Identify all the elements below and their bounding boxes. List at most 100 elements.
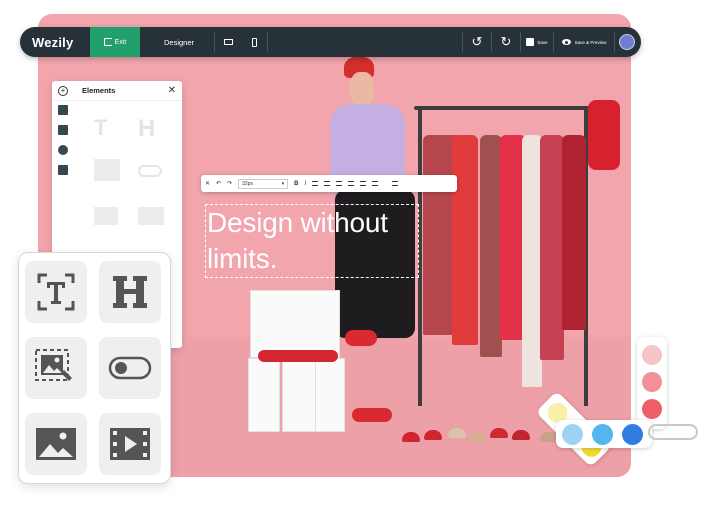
swatch-blue[interactable] xyxy=(556,420,652,448)
shoe xyxy=(402,432,420,442)
bold-icon[interactable]: B xyxy=(294,181,298,187)
outdent-icon[interactable] xyxy=(372,181,379,186)
dress-dark-red xyxy=(562,135,586,330)
swatch-dot xyxy=(642,345,662,365)
desktop-icon xyxy=(223,39,233,45)
list-icon[interactable] xyxy=(392,181,399,186)
desktop-view-button[interactable] xyxy=(215,39,241,45)
swatch-ring xyxy=(648,424,698,440)
swatch-dot xyxy=(642,372,662,392)
text-widget[interactable] xyxy=(25,261,87,323)
image-edit-icon xyxy=(35,349,72,381)
headline-text-block[interactable]: Design without limits. xyxy=(205,204,419,278)
swatch-dot xyxy=(622,424,643,445)
swatch-dot xyxy=(562,424,583,445)
shoe xyxy=(448,428,466,438)
save-button[interactable]: Save xyxy=(521,38,553,46)
dress-white xyxy=(522,135,542,387)
text-icon xyxy=(37,273,75,311)
headline-line-1: Design without xyxy=(207,207,388,238)
red-tissue xyxy=(258,350,338,362)
app-logo: Wezily xyxy=(32,34,74,50)
top-toolbar: Wezily Exit Designer ↺ ↻ Save Save & Pre… xyxy=(20,27,641,57)
image-widget[interactable] xyxy=(25,413,87,475)
toggle-widget[interactable] xyxy=(99,337,161,399)
redo-button[interactable]: ↻ xyxy=(492,34,520,50)
exit-icon xyxy=(103,38,112,46)
palette-icon[interactable] xyxy=(58,145,68,155)
red-handbag xyxy=(588,100,620,170)
video-icon xyxy=(110,428,150,460)
swatch-pink[interactable] xyxy=(637,337,667,429)
mode-label[interactable]: Designer xyxy=(164,38,214,47)
shoe xyxy=(468,432,486,442)
italic-icon[interactable]: I xyxy=(304,181,306,187)
dress-rose xyxy=(540,135,564,360)
dress-red xyxy=(452,135,478,345)
align-left-icon[interactable] xyxy=(312,181,319,186)
swatch-dot xyxy=(592,424,613,445)
redo-icon: ↻ xyxy=(500,34,512,49)
align-center-icon[interactable] xyxy=(324,181,331,186)
undo-icon[interactable]: ↶ xyxy=(216,180,221,187)
swatch-dot xyxy=(642,399,662,419)
font-size-value: 32px xyxy=(242,180,253,187)
save-icon xyxy=(526,38,535,46)
redo-icon[interactable]: ↷ xyxy=(227,180,232,187)
font-size-select[interactable]: 32px ▾ xyxy=(238,178,289,189)
section-icon[interactable] xyxy=(58,125,68,135)
shopping-bag-2 xyxy=(282,358,316,432)
divider xyxy=(614,32,615,52)
eye-icon xyxy=(561,39,571,45)
toggle-icon[interactable] xyxy=(138,165,162,177)
model-face xyxy=(350,72,374,106)
align-right-icon[interactable] xyxy=(336,181,343,186)
chevron-down-icon: ▾ xyxy=(281,180,285,187)
shopping-bag-3 xyxy=(315,358,345,432)
image-edit-widget[interactable] xyxy=(25,337,87,399)
clothing-rack xyxy=(414,106,594,110)
heading-icon[interactable]: H xyxy=(138,115,155,143)
toggle-icon xyxy=(108,356,152,380)
panel-header: + Elements ✕ xyxy=(52,81,182,101)
add-icon[interactable]: + xyxy=(58,85,68,96)
close-icon[interactable]: ✕ xyxy=(168,85,176,96)
panel-title: Elements xyxy=(82,86,116,95)
shopping-bag-large xyxy=(250,290,340,358)
heading-icon xyxy=(113,276,147,308)
heading-widget[interactable] xyxy=(99,261,161,323)
image-edit-icon[interactable] xyxy=(94,159,120,181)
preview-label: Save & Preview xyxy=(574,39,607,45)
exit-button[interactable]: Exit xyxy=(90,27,140,57)
image-icon[interactable] xyxy=(94,207,118,225)
dress-brown xyxy=(480,135,502,357)
video-icon[interactable] xyxy=(138,207,164,225)
align-justify-icon[interactable] xyxy=(348,181,355,186)
undo-button[interactable]: ↺ xyxy=(463,34,491,50)
image-icon xyxy=(36,428,76,460)
divider xyxy=(267,32,268,52)
widget-card xyxy=(18,252,171,484)
close-icon[interactable]: ✕ xyxy=(205,180,210,187)
shoe xyxy=(512,430,530,440)
avatar-icon[interactable] xyxy=(619,34,635,50)
designer-screen: Wezily Exit Designer ↺ ↻ Save Save & Pre… xyxy=(0,0,710,506)
save-label: Save xyxy=(537,39,548,45)
headline-line-2: limits. xyxy=(207,243,278,274)
image-icon[interactable] xyxy=(58,165,68,175)
shoe xyxy=(424,430,442,440)
red-shoe-right xyxy=(352,408,392,422)
mobile-icon xyxy=(251,37,257,47)
red-shoe-left xyxy=(345,330,377,346)
text-format-toolbar: ✕ ↶ ↷ 32px ▾ B I xyxy=(201,175,457,192)
text-icon[interactable]: T xyxy=(94,115,107,141)
layout-icon[interactable] xyxy=(58,105,68,115)
exit-label: Exit xyxy=(114,38,127,46)
indent-icon[interactable] xyxy=(360,181,367,186)
undo-icon: ↺ xyxy=(471,34,483,49)
mobile-view-button[interactable] xyxy=(241,37,267,47)
save-preview-button[interactable]: Save & Preview xyxy=(554,39,614,45)
panel-rail xyxy=(58,105,70,175)
shopping-bag-1 xyxy=(248,358,280,432)
video-widget[interactable] xyxy=(99,413,161,475)
